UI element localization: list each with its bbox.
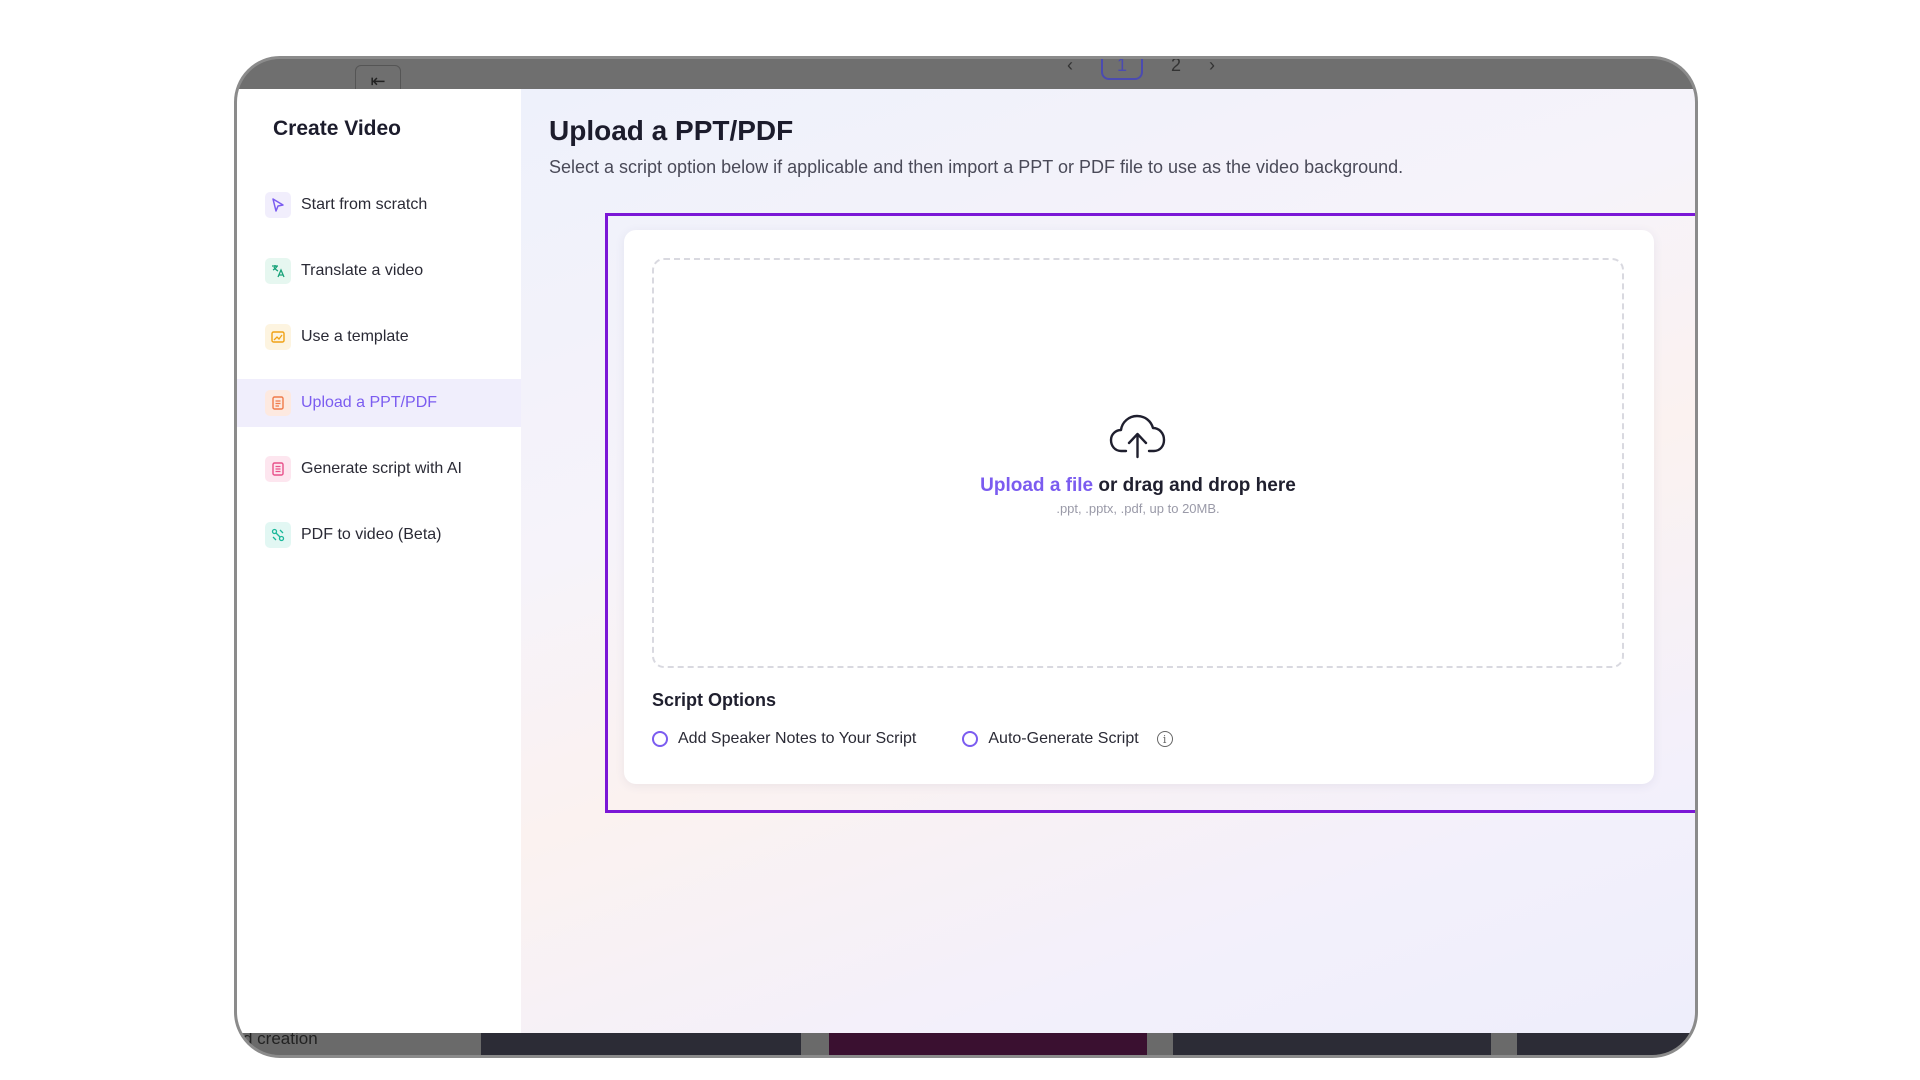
speaker-notes-radio[interactable] [652,731,668,747]
next-page-button[interactable]: › [1209,59,1215,76]
cloud-upload-icon [1109,414,1166,458]
upload-file-link[interactable]: Upload a file [980,475,1093,496]
template-icon [265,324,291,350]
focus-highlight: Upload a file or drag and drop here .ppt… [605,213,1695,813]
script-options-title: Script Options [652,690,777,710]
sidebar-item-label: Translate a video [301,262,424,279]
sidebar-item-label: Generate script with AI [301,460,462,477]
page-title: Upload a PPT/PDF [549,115,794,146]
script-icon [265,456,291,482]
sidebar-item-start-from-scratch[interactable]: Start from scratch [237,181,521,229]
upload-file-hint: .ppt, .pptx, .pdf, up to 20MB. [1056,500,1220,516]
info-icon[interactable]: i [1156,731,1173,747]
main-panel: Upload a PPT/PDF Select a script option … [521,89,1695,1033]
sidebar-item-translate-video[interactable]: Translate a video [237,247,521,295]
sidebar-title: Create Video [273,117,401,140]
sidebar-item-label: Upload a PPT/PDF [301,394,438,411]
create-video-modal: Create Video Start from scratch Translat… [237,89,1695,1033]
sidebar-item-use-template[interactable]: Use a template [237,313,521,361]
sidebar-item-pdf-to-video[interactable]: PDF to video (Beta) [237,511,521,559]
auto-generate-radio[interactable] [962,731,979,747]
speaker-notes-option[interactable]: Add Speaker Notes to Your Script [652,730,916,748]
pdf-video-icon [265,522,291,548]
sidebar-item-upload-ppt-pdf[interactable]: Upload a PPT/PDF [237,379,521,427]
sidebar-item-generate-script-ai[interactable]: Generate script with AI [237,445,521,493]
page-subtitle: Select a script option below if applicab… [549,157,1404,177]
script-options: Add Speaker Notes to Your Script Auto-Ge… [652,730,1173,748]
sidebar: Create Video Start from scratch Translat… [237,89,763,1033]
auto-generate-label: Auto-Generate Script [988,730,1139,747]
app-window: ⇤ ‹ 1 2 › d creation Create Video Start … [234,56,1698,1058]
pagination: ‹ 1 2 › [1067,59,1215,80]
background-toolbar: ⇤ ‹ 1 2 › [237,59,1695,97]
speaker-notes-label: Add Speaker Notes to Your Script [678,730,917,747]
current-page[interactable]: 1 [1101,59,1144,80]
translate-icon [265,258,291,284]
cursor-pointer-icon [265,192,291,218]
sidebar-item-label: PDF to video (Beta) [301,526,442,543]
page-2-button[interactable]: 2 [1171,59,1181,76]
document-icon [265,390,291,416]
prev-page-button[interactable]: ‹ [1067,59,1073,76]
drag-drop-text: or drag and drop here [1093,474,1296,496]
upload-instruction: Upload a file or drag and drop here [980,475,1296,497]
sidebar-item-label: Start from scratch [301,196,428,213]
file-dropzone[interactable]: Upload a file or drag and drop here .ppt… [652,258,1624,668]
auto-generate-option[interactable]: Auto-Generate Script i [962,730,1173,748]
sidebar-item-label: Use a template [301,328,409,345]
upload-card: Upload a file or drag and drop here .ppt… [624,230,1654,784]
